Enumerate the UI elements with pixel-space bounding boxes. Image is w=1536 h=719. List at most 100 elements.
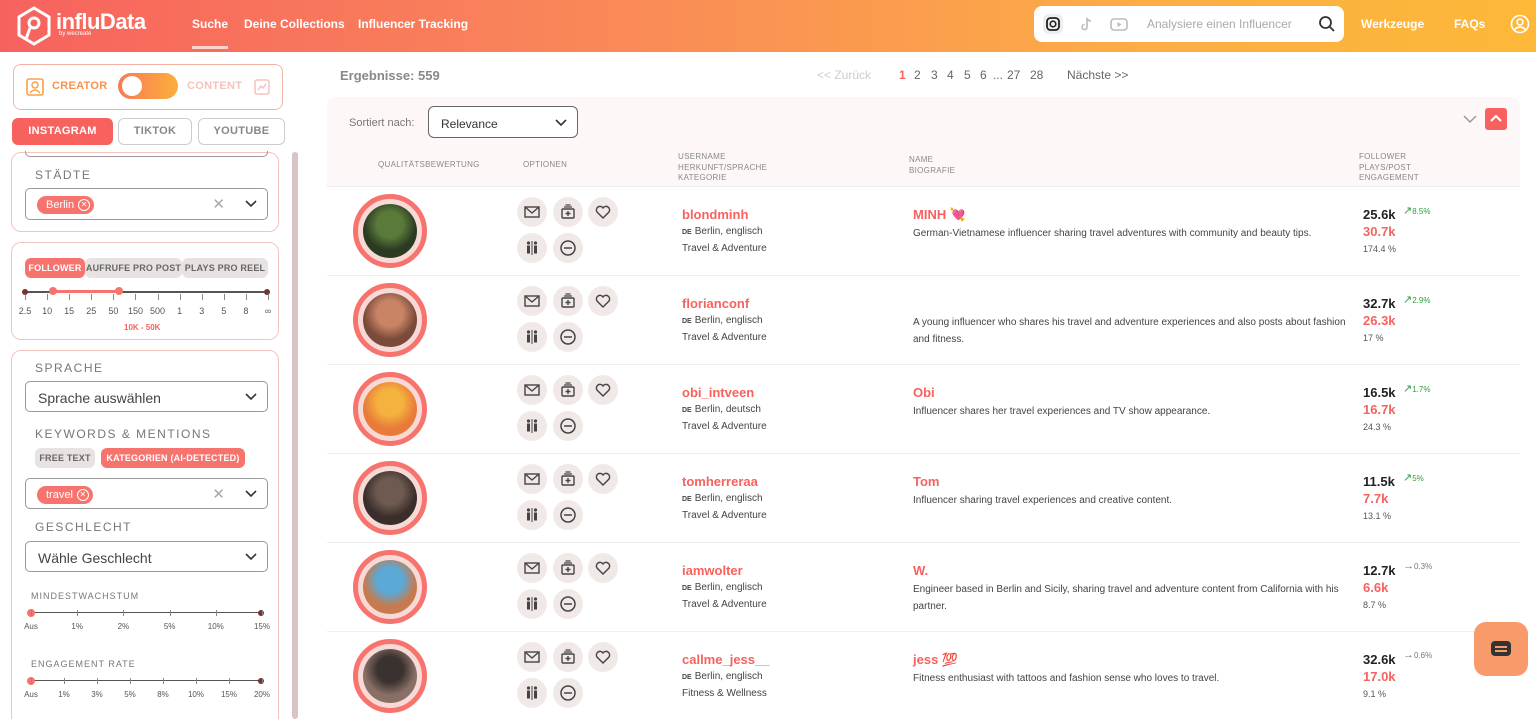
compare-button[interactable] (517, 322, 547, 352)
compare-button[interactable] (517, 411, 547, 441)
gender-select[interactable]: Wähle Geschlecht (25, 541, 268, 572)
follower-min-handle[interactable] (49, 287, 57, 295)
search-icon[interactable] (1318, 15, 1336, 33)
page-2[interactable]: 2 (914, 68, 921, 82)
cities-select[interactable]: Berlin ✕ ✕ (25, 188, 268, 220)
avatar[interactable] (363, 204, 417, 258)
pagination-prev[interactable]: << Zurück (817, 68, 871, 82)
growth-slider-track[interactable] (31, 612, 262, 613)
favorite-button[interactable] (588, 553, 618, 583)
page-1[interactable]: 1 (899, 68, 906, 82)
page-3[interactable]: 3 (931, 68, 938, 82)
tab-free-text[interactable]: FREE TEXT (35, 448, 95, 468)
display-name[interactable]: Obi (913, 385, 935, 400)
scroll-top-button[interactable] (1485, 108, 1507, 130)
search-input[interactable]: Analysiere einen Influencer (1147, 17, 1307, 31)
contact-button[interactable] (517, 553, 547, 583)
favorite-button[interactable] (588, 286, 618, 316)
remove-chip-icon[interactable]: ✕ (76, 489, 89, 501)
page-27[interactable]: 27 (1007, 68, 1020, 82)
tab-youtube[interactable]: YOUTUBE (198, 118, 285, 145)
favorite-button[interactable] (588, 375, 618, 405)
infludata-logo-icon[interactable] (16, 6, 52, 46)
username-link[interactable]: callme_jess__ (682, 652, 769, 667)
keywords-select[interactable]: travel ✕ ✕ (25, 478, 268, 509)
avatar[interactable] (363, 382, 417, 436)
exclude-button[interactable] (553, 322, 583, 352)
influencer-row[interactable]: obi_intveen DE Berlin, deutsch Travel & A… (327, 365, 1520, 454)
compare-button[interactable] (517, 678, 547, 708)
nav-search[interactable]: Suche (192, 17, 229, 49)
chevron-down-icon[interactable] (555, 119, 567, 127)
follower-max-handle[interactable] (115, 287, 123, 295)
avatar[interactable] (363, 560, 417, 614)
exclude-button[interactable] (553, 233, 583, 263)
display-name[interactable]: W. (913, 563, 928, 578)
tab-follower[interactable]: FOLLOWER (25, 258, 85, 278)
influencer-row[interactable]: florianconf DE Berlin, englisch Travel & … (327, 276, 1520, 365)
influencer-row[interactable]: blondminh DE Berlin, englisch Travel & Ad… (327, 187, 1520, 276)
compare-button[interactable] (517, 233, 547, 263)
nav-collections[interactable]: Deine Collections (244, 17, 345, 31)
influencer-row[interactable]: iamwolter DE Berlin, englisch Travel & Ad… (327, 543, 1520, 632)
instagram-platform-icon[interactable] (1043, 14, 1063, 34)
chevron-down-icon[interactable] (1463, 115, 1477, 124)
add-to-collection-button[interactable] (553, 464, 583, 494)
avatar[interactable] (363, 471, 417, 525)
avatar[interactable] (363, 649, 417, 703)
influencer-row[interactable]: callme_jess__ DE Berlin, englisch Fitness… (327, 632, 1520, 719)
add-to-collection-button[interactable] (553, 375, 583, 405)
contact-button[interactable] (517, 197, 547, 227)
city-chip-berlin[interactable]: Berlin ✕ (37, 196, 95, 214)
page-5[interactable]: 5 (964, 68, 971, 82)
mode-switch[interactable] (118, 73, 178, 99)
contact-button[interactable] (517, 375, 547, 405)
exclude-button[interactable] (553, 589, 583, 619)
contact-button[interactable] (517, 464, 547, 494)
add-to-collection-button[interactable] (553, 553, 583, 583)
nav-tools[interactable]: Werkzeuge (1361, 17, 1424, 31)
chevron-down-icon[interactable] (245, 553, 257, 561)
display-name[interactable]: Tom (913, 474, 939, 489)
avatar[interactable] (363, 293, 417, 347)
pagination-next[interactable]: Nächste >> (1067, 68, 1128, 82)
contact-button[interactable] (517, 286, 547, 316)
tab-views-per-post[interactable]: AUFRUFE PRO POST (85, 258, 182, 278)
exclude-button[interactable] (553, 678, 583, 708)
favorite-button[interactable] (588, 464, 618, 494)
username-link[interactable]: florianconf (682, 296, 749, 311)
compare-button[interactable] (517, 500, 547, 530)
nav-influencer-tracking[interactable]: Influencer Tracking (358, 17, 468, 31)
username-link[interactable]: iamwolter (682, 563, 743, 578)
contact-button[interactable] (517, 642, 547, 672)
tab-plays-per-reel[interactable]: PLAYS PRO REEL (182, 258, 268, 278)
add-to-collection-button[interactable] (553, 197, 583, 227)
page-4[interactable]: 4 (947, 68, 954, 82)
clear-icon[interactable]: ✕ (212, 195, 225, 213)
tab-tiktok[interactable]: TIKTOK (118, 118, 192, 145)
exclude-button[interactable] (553, 500, 583, 530)
remove-chip-icon[interactable]: ✕ (78, 199, 91, 211)
compare-button[interactable] (517, 589, 547, 619)
chevron-down-icon[interactable] (245, 490, 257, 498)
page-28[interactable]: 28 (1030, 68, 1043, 82)
sort-select[interactable]: Relevance (428, 106, 578, 138)
chat-support-button[interactable] (1474, 622, 1528, 676)
chevron-down-icon[interactable] (245, 393, 257, 401)
username-link[interactable]: blondminh (682, 207, 748, 222)
exclude-button[interactable] (553, 411, 583, 441)
page-6[interactable]: 6 (980, 68, 987, 82)
tiktok-platform-icon[interactable] (1076, 14, 1096, 34)
tab-ai-categories[interactable]: KATEGORIEN (AI-DETECTED) (101, 448, 245, 468)
username-link[interactable]: tomherreraa (682, 474, 758, 489)
nav-faqs[interactable]: FAQs (1454, 17, 1485, 31)
add-to-collection-button[interactable] (553, 286, 583, 316)
chevron-down-icon[interactable] (245, 200, 257, 208)
content-label[interactable]: CONTENT (187, 80, 242, 92)
favorite-button[interactable] (588, 642, 618, 672)
sidebar-scrollbar[interactable] (292, 152, 298, 719)
tab-instagram[interactable]: INSTAGRAM (12, 118, 113, 145)
language-select[interactable]: Sprache auswählen (25, 381, 268, 412)
user-account-icon[interactable] (1510, 14, 1530, 34)
favorite-button[interactable] (588, 197, 618, 227)
